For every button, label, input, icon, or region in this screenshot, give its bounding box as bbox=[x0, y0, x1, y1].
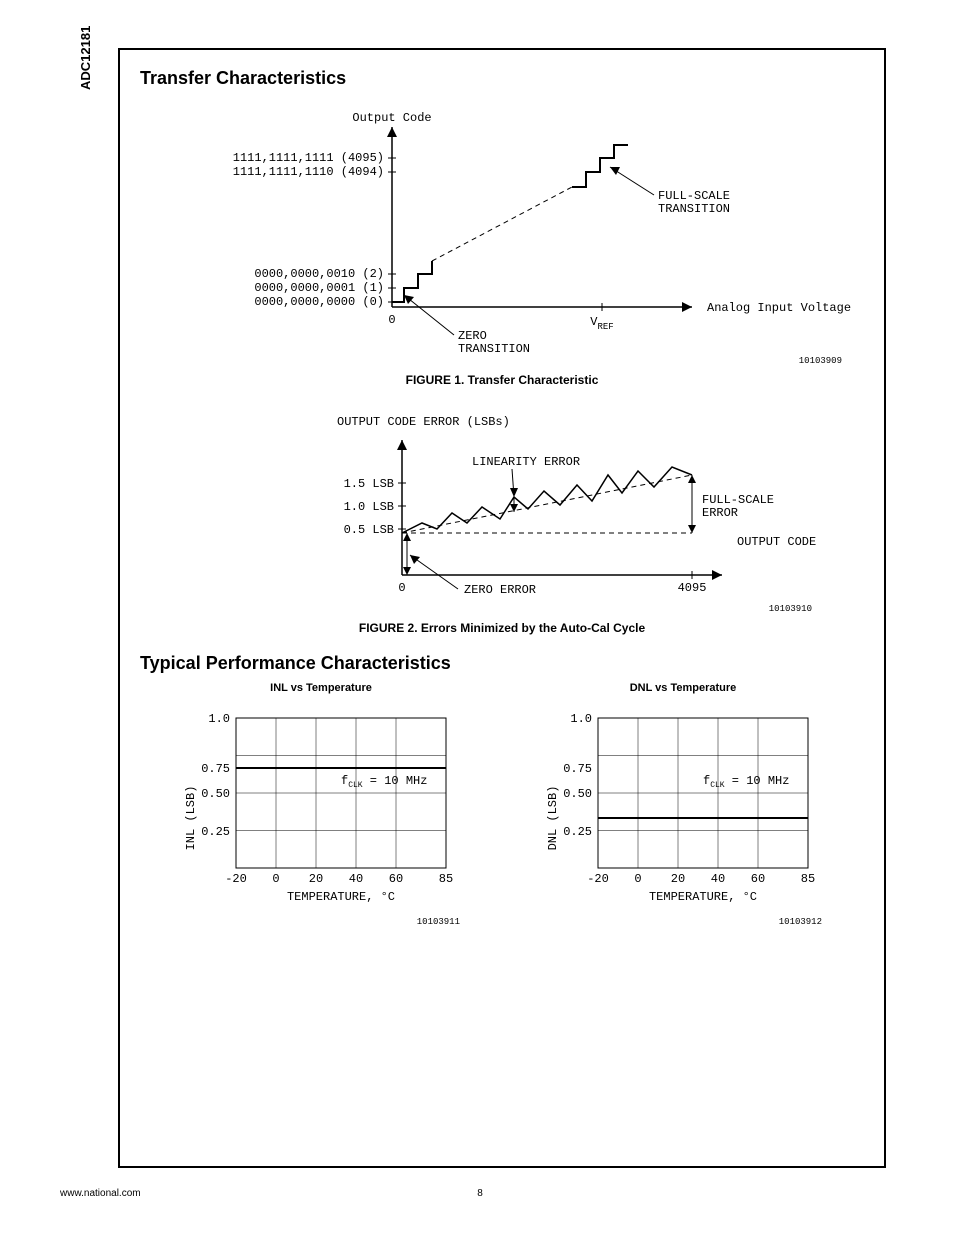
dnl-xtick-b: 0 bbox=[634, 872, 641, 886]
chart-dnl-title: DNL vs Temperature bbox=[538, 682, 828, 694]
fig2-ytick-1: 1.0 LSB bbox=[344, 500, 394, 514]
fig2-fullscale-a: FULL-SCALE bbox=[702, 493, 774, 507]
fig1-fullscale-b: TRANSITION bbox=[658, 202, 730, 216]
chart-dnl: DNL (LSB) fCLK = 10 MHz 1.0 bbox=[538, 698, 828, 928]
dnl-xtick-f: 85 bbox=[801, 872, 815, 886]
inl-xtick-e: 60 bbox=[389, 872, 403, 886]
inl-xtick-d: 40 bbox=[349, 872, 363, 886]
inl-ytick-075: 0.75 bbox=[201, 762, 230, 776]
inl-ytick-025: 0.25 bbox=[201, 825, 230, 839]
inl-xtick-f: 85 bbox=[439, 872, 453, 886]
fig2-id: 10103910 bbox=[769, 604, 812, 614]
fig2-fullscale-b: ERROR bbox=[702, 506, 738, 520]
chart-dnl-xlabel: TEMPERATURE, °C bbox=[649, 890, 757, 904]
fig2-x-title: OUTPUT CODE bbox=[737, 535, 816, 549]
footer-page-number: 8 bbox=[477, 1188, 483, 1199]
dnl-ytick-075: 0.75 bbox=[563, 762, 592, 776]
figure-2-diagram: OUTPUT CODE ERROR (LSBs) OUTPUT CODE 1.5… bbox=[182, 405, 822, 615]
section-title-transfer: Transfer Characteristics bbox=[140, 68, 864, 89]
page-footer: www.national.com 8 bbox=[60, 1188, 900, 1199]
footer-url: www.national.com bbox=[60, 1188, 141, 1199]
inl-xtick-c: 20 bbox=[309, 872, 323, 886]
fig2-xtick-0: 0 bbox=[398, 581, 405, 595]
dnl-xtick-d: 40 bbox=[711, 872, 725, 886]
chart-inl-wrap: INL vs Temperature INL (LSB) bbox=[176, 682, 466, 933]
dnl-xtick-a: -20 bbox=[587, 872, 609, 886]
figure-2-wrap: OUTPUT CODE ERROR (LSBs) OUTPUT CODE 1.5… bbox=[140, 405, 864, 635]
inl-xtick-b: 0 bbox=[272, 872, 279, 886]
dnl-ytick-1: 1.0 bbox=[570, 712, 592, 726]
fig1-x-title: Analog Input Voltage (VIN) bbox=[707, 301, 852, 318]
fig1-xtick-0: 0 bbox=[388, 313, 395, 327]
fig2-ytick-2: 0.5 LSB bbox=[344, 523, 394, 537]
chart-dnl-ylabel: DNL (LSB) bbox=[546, 786, 560, 851]
chart-dnl-wrap: DNL vs Temperature DNL (LSB) fCLK = 10 M… bbox=[538, 682, 828, 933]
fig1-id: 10103909 bbox=[799, 356, 842, 366]
dnl-ytick-05: 0.50 bbox=[563, 787, 592, 801]
fig2-ytick-0: 1.5 LSB bbox=[344, 477, 394, 491]
inl-xtick-a: -20 bbox=[225, 872, 247, 886]
fig2-zero: ZERO ERROR bbox=[464, 583, 536, 597]
inl-ytick-05: 0.50 bbox=[201, 787, 230, 801]
fig1-xtick-vref: VREF bbox=[590, 315, 613, 332]
figure-2-caption: FIGURE 2. Errors Minimized by the Auto-C… bbox=[140, 621, 864, 635]
chart-inl-annot: fCLK = 10 MHz bbox=[341, 774, 427, 790]
chart-dnl-annot: fCLK = 10 MHz bbox=[703, 774, 789, 790]
chart-inl: INL (LSB) fCLK = bbox=[176, 698, 466, 928]
figure-1-diagram: Output Code Analog Input Voltage (VIN) 1… bbox=[152, 97, 852, 367]
fig1-fullscale-a: FULL-SCALE bbox=[658, 189, 730, 203]
chart-inl-ylabel: INL (LSB) bbox=[184, 786, 198, 851]
fig1-zero-a: ZERO bbox=[458, 329, 487, 343]
figure-1-caption: FIGURE 1. Transfer Characteristic bbox=[140, 373, 864, 387]
chart-inl-id: 10103911 bbox=[417, 917, 460, 927]
chart-inl-title: INL vs Temperature bbox=[176, 682, 466, 694]
fig1-ytick-0: 0000,0000,0000 (0) bbox=[254, 295, 384, 309]
fig1-y-title: Output Code bbox=[352, 111, 431, 125]
inl-ytick-1: 1.0 bbox=[208, 712, 230, 726]
page-content-frame: Transfer Characteristics Output Code Ana… bbox=[118, 48, 886, 1168]
chart-dnl-id: 10103912 bbox=[779, 917, 822, 927]
part-number-sidebar: ADC12181 bbox=[78, 26, 93, 90]
chart-inl-xlabel: TEMPERATURE, °C bbox=[287, 890, 395, 904]
fig2-linearity: LINEARITY ERROR bbox=[472, 455, 580, 469]
fig1-ytick-1: 0000,0000,0001 (1) bbox=[254, 281, 384, 295]
fig2-y-title: OUTPUT CODE ERROR (LSBs) bbox=[337, 415, 510, 429]
dnl-xtick-e: 60 bbox=[751, 872, 765, 886]
perf-charts-row: INL vs Temperature INL (LSB) bbox=[140, 682, 864, 933]
fig1-ytick-2: 0000,0000,0010 (2) bbox=[254, 267, 384, 281]
figure-1-wrap: Output Code Analog Input Voltage (VIN) 1… bbox=[140, 97, 864, 387]
fig1-ytick-4095: 1111,1111,1111 (4095) bbox=[233, 151, 384, 165]
fig2-xtick-4095: 4095 bbox=[678, 581, 707, 595]
fig1-zero-b: TRANSITION bbox=[458, 342, 530, 356]
dnl-xtick-c: 20 bbox=[671, 872, 685, 886]
fig1-ytick-4094: 1111,1111,1110 (4094) bbox=[233, 165, 384, 179]
section-title-perf: Typical Performance Characteristics bbox=[140, 653, 864, 674]
dnl-ytick-025: 0.25 bbox=[563, 825, 592, 839]
